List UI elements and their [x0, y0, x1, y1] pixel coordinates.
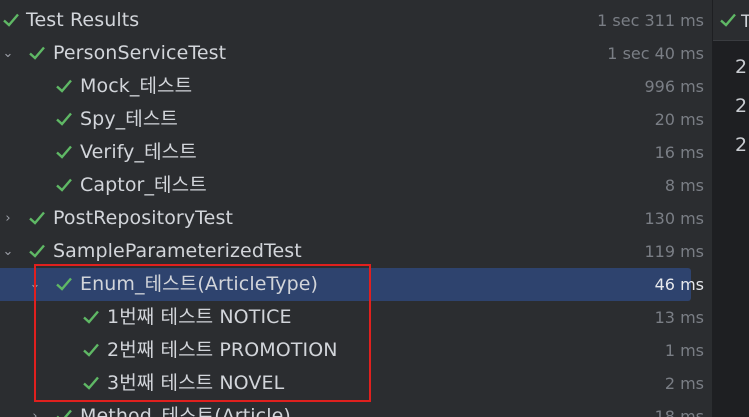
check-icon	[55, 103, 73, 136]
tree-row-sampleparameterizedtest[interactable]: ⌄ SampleParameterizedTest 119 ms	[0, 235, 712, 268]
console-output-panel[interactable]: T 2 2 2	[713, 0, 749, 417]
chevron-down-icon[interactable]: ⌄	[0, 235, 16, 268]
tree-row-duration: 18 ms	[654, 407, 704, 417]
tree-row-label: Spy_테스트	[80, 108, 179, 130]
tree-row-label: 1번째 테스트 NOTICE	[107, 306, 292, 328]
tree-row-spy-test[interactable]: Spy_테스트 20 ms	[0, 103, 712, 136]
tree-row-label: Method_테스트(Article)	[80, 405, 291, 417]
check-icon	[719, 0, 737, 33]
tree-row-label: 2번째 테스트 PROMOTION	[107, 339, 338, 361]
check-icon	[55, 268, 73, 301]
tree-row-duration: 130 ms	[644, 209, 704, 228]
console-line: 2	[735, 134, 748, 156]
tree-row-test-results[interactable]: Test Results 1 sec 311 ms	[0, 4, 712, 37]
tree-row-label: Captor_테스트	[80, 174, 207, 196]
check-icon	[82, 367, 100, 400]
tree-row-duration: 2 ms	[664, 374, 704, 393]
chevron-down-icon[interactable]: ⌄	[0, 37, 16, 70]
tree-row-label: 3번째 테스트 NOVEL	[107, 372, 285, 394]
tree-row-duration: 119 ms	[644, 242, 704, 261]
tree-row-personservicetest[interactable]: ⌄ PersonServiceTest 1 sec 40 ms	[0, 37, 712, 70]
tree-row-novel[interactable]: 3번째 테스트 NOVEL 2 ms	[0, 367, 712, 400]
check-icon	[55, 136, 73, 169]
tree-row-duration: 13 ms	[654, 308, 704, 327]
console-tab[interactable]: T	[713, 0, 749, 41]
tree-row-label: PostRepositoryTest	[53, 207, 233, 229]
tree-row-duration: 46 ms	[654, 275, 704, 294]
check-icon	[55, 70, 73, 103]
tree-row-duration: 16 ms	[654, 143, 704, 162]
console-line: 2	[735, 95, 748, 117]
tree-row-duration: 1 sec 40 ms	[607, 44, 704, 63]
check-icon	[82, 301, 100, 334]
tree-row-method-test[interactable]: › Method_테스트(Article) 18 ms	[0, 400, 712, 417]
check-icon	[55, 400, 73, 417]
tree-row-duration: 1 sec 311 ms	[597, 11, 704, 30]
tree-row-postrepositorytest[interactable]: › PostRepositoryTest 130 ms	[0, 202, 712, 235]
check-icon	[2, 4, 20, 37]
tree-row-label: Test Results	[26, 9, 140, 31]
tree-row-duration: 20 ms	[654, 110, 704, 129]
tree-row-notice[interactable]: 1번째 테스트 NOTICE 13 ms	[0, 301, 712, 334]
tree-row-verify-test[interactable]: Verify_테스트 16 ms	[0, 136, 712, 169]
tree-row-duration: 8 ms	[664, 176, 704, 195]
chevron-right-icon[interactable]: ›	[27, 400, 43, 417]
tree-row-duration: 1 ms	[664, 341, 704, 360]
console-line: 2	[735, 56, 748, 78]
tree-row-promotion[interactable]: 2번째 테스트 PROMOTION 1 ms	[0, 334, 712, 367]
tree-row-label: Enum_테스트(ArticleType)	[80, 273, 319, 295]
tree-row-enum-test[interactable]: ⌄ Enum_테스트(ArticleType) 46 ms	[0, 268, 704, 301]
tree-row-label: PersonServiceTest	[53, 42, 227, 64]
tree-row-duration: 996 ms	[644, 77, 704, 96]
check-icon	[28, 235, 46, 268]
tree-row-label: Mock_테스트	[80, 75, 193, 97]
check-icon	[82, 334, 100, 367]
check-icon	[28, 37, 46, 70]
chevron-right-icon[interactable]: ›	[0, 202, 16, 235]
chevron-down-icon[interactable]: ⌄	[27, 268, 43, 301]
tree-row-captor-test[interactable]: Captor_테스트 8 ms	[0, 169, 712, 202]
tree-row-mock-test[interactable]: Mock_테스트 996 ms	[0, 70, 712, 103]
console-tab-label: T	[741, 12, 749, 32]
tree-row-label: Verify_테스트	[80, 141, 197, 163]
test-results-tree: Test Results 1 sec 311 ms ⌄ PersonServic…	[0, 0, 712, 417]
check-icon	[28, 202, 46, 235]
tree-row-label: SampleParameterizedTest	[53, 240, 302, 262]
check-icon	[55, 169, 73, 202]
